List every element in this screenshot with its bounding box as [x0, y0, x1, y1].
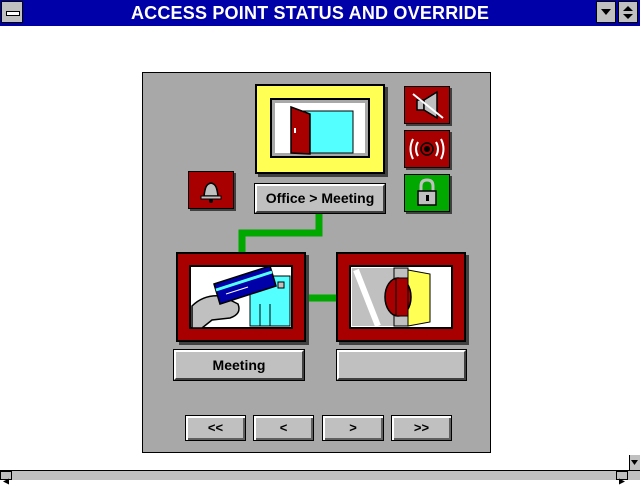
scroll-down-icon: [631, 460, 638, 465]
door-transition-label: Office > Meeting: [254, 183, 386, 214]
scroll-left-icon: [3, 478, 9, 485]
horizontal-scrollbar[interactable]: [0, 470, 640, 485]
door-status-display[interactable]: [255, 84, 385, 174]
card-swipe-icon: [189, 265, 293, 329]
connector-lines: [238, 214, 336, 302]
scroll-right-button[interactable]: [616, 471, 628, 485]
lock-location-label: [336, 349, 467, 381]
lock-icon: [417, 178, 437, 206]
lock-button[interactable]: [404, 174, 450, 212]
lock-device-display[interactable]: [336, 252, 466, 342]
open-door-icon: [270, 98, 370, 158]
scroll-right-icon: [619, 478, 625, 485]
last-button[interactable]: >>: [391, 415, 452, 441]
bell-button[interactable]: [188, 171, 234, 209]
siren-button[interactable]: [404, 86, 450, 124]
reader-location-label: Meeting: [173, 349, 305, 381]
alarm-button[interactable]: [404, 130, 450, 168]
next-button[interactable]: >: [322, 415, 384, 441]
vertical-scrollbar[interactable]: [629, 455, 640, 470]
previous-button[interactable]: <: [253, 415, 314, 441]
bell-icon: [192, 175, 230, 205]
megaphone-icon: [412, 90, 444, 120]
card-reader-display[interactable]: [176, 252, 306, 342]
alarm-icon: [409, 138, 445, 160]
scroll-left-button[interactable]: [0, 471, 12, 485]
first-button[interactable]: <<: [185, 415, 246, 441]
magnetic-lock-icon: [349, 265, 453, 329]
